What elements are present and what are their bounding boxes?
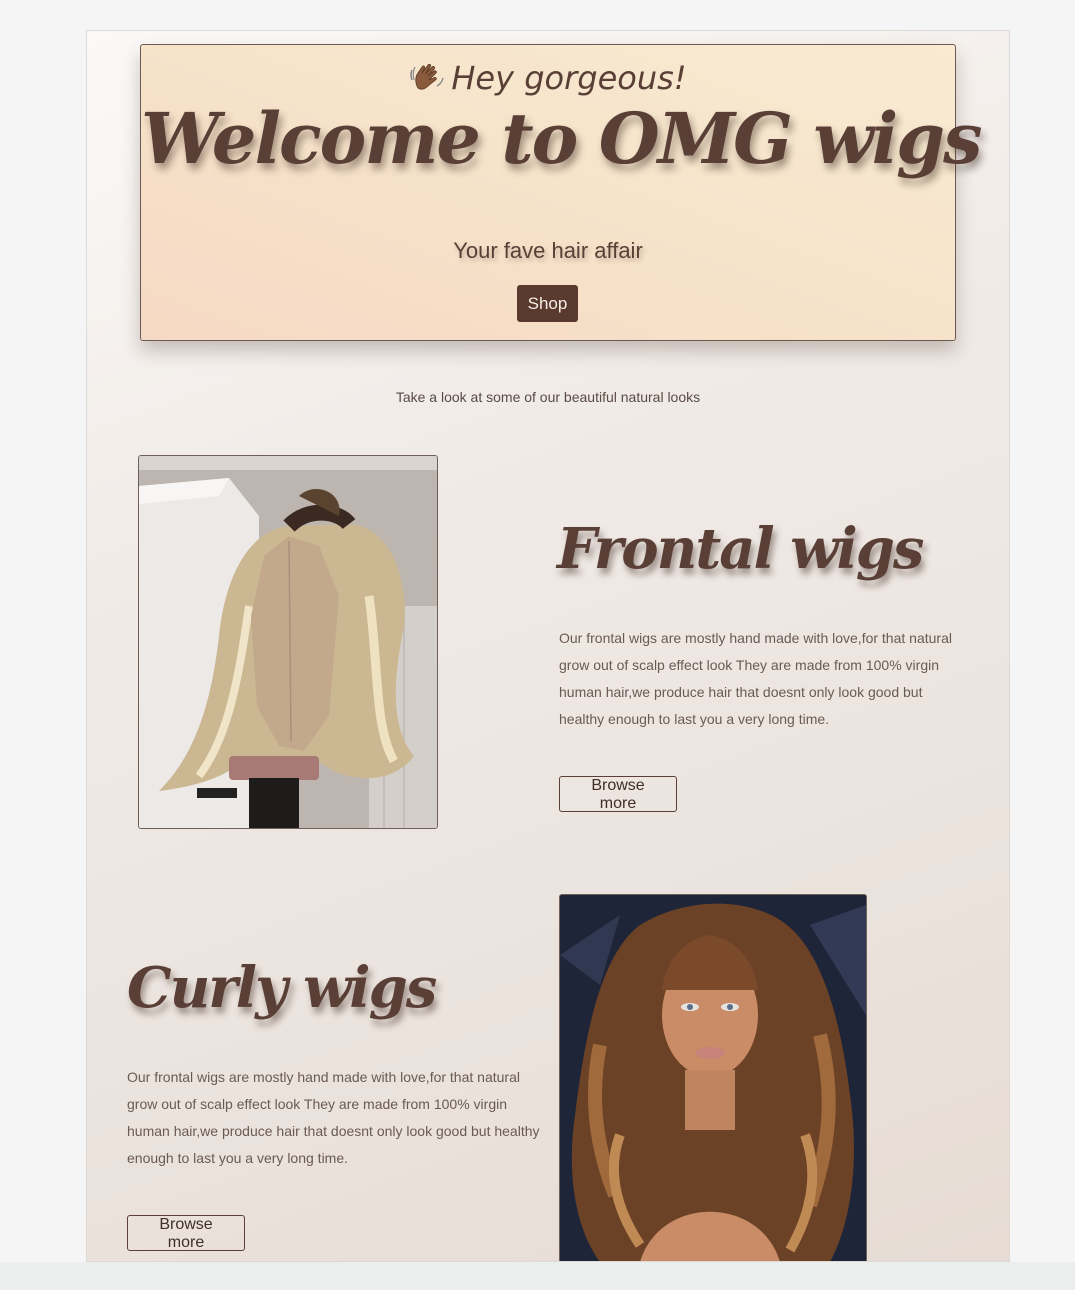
browse-more-button-frontal[interactable]: Browse more <box>559 776 677 812</box>
tagline: Take a look at some of our beautiful nat… <box>395 389 701 405</box>
frontal-wig-image <box>138 455 438 829</box>
section-text-curly: Our frontal wigs are mostly hand made wi… <box>127 1069 540 1166</box>
shop-button[interactable]: Shop <box>517 285 578 322</box>
bottom-bar <box>0 1262 1075 1290</box>
browse-more-button-curly[interactable]: Browse more <box>127 1215 245 1251</box>
waving-hand-icon <box>410 63 445 90</box>
greeting: Hey gorgeous! <box>141 59 955 97</box>
hero-banner: Hey gorgeous! Welcome to OMG wigs Your f… <box>140 44 983 341</box>
section-title-frontal: Frontal wigs <box>557 516 924 582</box>
section-text-frontal: Our frontal wigs are mostly hand made wi… <box>559 630 952 727</box>
greeting-text: Hey gorgeous! <box>451 59 687 97</box>
curly-wig-image <box>559 894 867 1261</box>
hero-subtitle: Your fave hair affair <box>453 238 643 263</box>
page-container: Hey gorgeous! Welcome to OMG wigs Your f… <box>86 30 1010 1262</box>
hero-title: Welcome to OMG wigs <box>141 97 983 180</box>
section-title-curly: Curly wigs <box>127 955 437 1021</box>
